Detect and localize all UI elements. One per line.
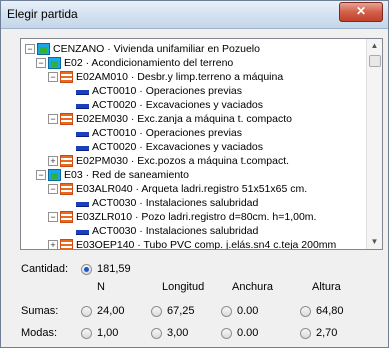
tree-node-label: ACT0030 · Instalaciones salubridad bbox=[92, 197, 259, 209]
tree-node-label: E03OEP140 · Tubo PVC comp. j.elás.sn4 c.… bbox=[76, 239, 337, 249]
tree-node-label: E03 · Red de saneamiento bbox=[64, 169, 189, 181]
tree-node[interactable]: − E03ZLR010 · Pozo ladri.registro d=80cm.… bbox=[48, 210, 367, 224]
list-icon bbox=[60, 71, 73, 83]
sumas-altura-value: 64,80 bbox=[316, 305, 344, 317]
tree-node-label: E03ALR040 · Arqueta ladri.registro 51x51… bbox=[76, 183, 308, 195]
column-anchura: Anchura bbox=[232, 281, 273, 293]
tree-scrollbar[interactable]: ▲ ▼ bbox=[366, 39, 382, 249]
tree-content: − CENZANO · Vivienda unifamiliar en Pozue… bbox=[21, 39, 367, 249]
collapse-icon[interactable]: − bbox=[48, 72, 58, 82]
tree-node[interactable]: − E03 · Red de saneamiento bbox=[36, 168, 367, 182]
modas-anchura-radio[interactable] bbox=[221, 328, 232, 339]
modas-altura-radio[interactable] bbox=[300, 328, 311, 339]
cantidad-radio[interactable] bbox=[81, 264, 92, 275]
cantidad-label: Cantidad: bbox=[21, 263, 69, 275]
tree-node[interactable]: + E02PM030 · Exc.pozos a máquina t.compac… bbox=[48, 154, 367, 168]
collapse-icon[interactable]: − bbox=[48, 184, 58, 194]
expand-icon[interactable]: + bbox=[48, 156, 58, 166]
list-icon bbox=[60, 211, 73, 223]
activity-icon bbox=[76, 132, 89, 137]
tree-node-label: CENZANO · Vivienda unifamiliar en Pozuel… bbox=[53, 43, 260, 55]
sumas-anchura-value: 0.00 bbox=[237, 305, 259, 317]
tree-node[interactable]: ACT0010 · Operaciones previas bbox=[66, 84, 367, 98]
tree-node[interactable]: ACT0030 · Instalaciones salubridad bbox=[66, 196, 367, 210]
collapse-icon[interactable]: − bbox=[48, 212, 58, 222]
tree-node-label: ACT0020 · Excavaciones y vaciados bbox=[92, 141, 263, 153]
tree-node[interactable]: ACT0010 · Operaciones previas bbox=[66, 126, 367, 140]
list-icon bbox=[60, 183, 73, 195]
list-icon bbox=[60, 239, 73, 249]
modas-longitud-value: 3,00 bbox=[167, 327, 189, 339]
partidas-tree[interactable]: − CENZANO · Vivienda unifamiliar en Pozue… bbox=[20, 38, 383, 250]
sumas-longitud-value: 67,25 bbox=[167, 305, 195, 317]
close-button[interactable]: ✕ bbox=[339, 2, 383, 22]
house-icon bbox=[48, 169, 61, 181]
tree-node-label: ACT0020 · Excavaciones y vaciados bbox=[92, 99, 263, 111]
collapse-icon[interactable]: − bbox=[48, 114, 58, 124]
scroll-down-arrow-icon[interactable]: ▼ bbox=[367, 235, 382, 249]
column-altura: Altura bbox=[312, 281, 341, 293]
tree-node-label: E02EM030 · Exc.zanja a máquina t. compac… bbox=[76, 113, 292, 125]
dialog-window: Elegir partida ✕ − CENZANO · Vivienda uni… bbox=[0, 0, 389, 348]
title-bar[interactable]: Elegir partida ✕ bbox=[1, 1, 388, 29]
tree-node[interactable]: ACT0030 · Instalaciones salubridad bbox=[66, 224, 367, 238]
tree-node[interactable]: − E02AM010 · Desbr.y limp.terreno a máqui… bbox=[48, 70, 367, 84]
tree-node[interactable]: − E03ALR040 · Arqueta ladri.registro 51x5… bbox=[48, 182, 367, 196]
modas-n-radio[interactable] bbox=[81, 328, 92, 339]
sumas-n-radio[interactable] bbox=[81, 306, 92, 317]
activity-icon bbox=[76, 202, 89, 207]
tree-node[interactable]: ACT0020 · Excavaciones y vaciados bbox=[66, 140, 367, 154]
activity-icon bbox=[76, 104, 89, 109]
collapse-icon[interactable]: − bbox=[36, 170, 46, 180]
activity-icon bbox=[76, 230, 89, 235]
scroll-thumb[interactable] bbox=[369, 55, 381, 67]
activity-icon bbox=[76, 146, 89, 151]
window-title: Elegir partida bbox=[7, 7, 78, 21]
modas-anchura-value: 0.00 bbox=[237, 327, 259, 339]
tree-node-label: ACT0010 · Operaciones previas bbox=[92, 127, 242, 139]
modas-altura-value: 2,70 bbox=[316, 327, 338, 339]
tree-node[interactable]: ACT0020 · Excavaciones y vaciados bbox=[66, 98, 367, 112]
tree-node[interactable]: − E02EM030 · Exc.zanja a máquina t. compa… bbox=[48, 112, 367, 126]
sumas-label: Sumas: bbox=[21, 305, 59, 317]
tree-node-label: ACT0010 · Operaciones previas bbox=[92, 85, 242, 97]
house-icon bbox=[37, 43, 50, 55]
modas-label: Modas: bbox=[21, 327, 58, 339]
tree-node-label: E02AM010 · Desbr.y limp.terreno a máquin… bbox=[76, 71, 284, 83]
modas-longitud-radio[interactable] bbox=[151, 328, 162, 339]
list-icon bbox=[60, 155, 73, 167]
cantidad-value: 181,59 bbox=[97, 263, 131, 275]
collapse-icon[interactable]: − bbox=[25, 44, 35, 54]
house-icon bbox=[48, 57, 61, 69]
quantity-panel: Cantidad: 181,59 N Longitud Anchura Altu… bbox=[1, 256, 388, 346]
collapse-icon[interactable]: − bbox=[36, 58, 46, 68]
sumas-longitud-radio[interactable] bbox=[151, 306, 162, 317]
sumas-altura-radio[interactable] bbox=[300, 306, 311, 317]
list-icon bbox=[60, 113, 73, 125]
column-n: N bbox=[97, 281, 105, 293]
tree-node[interactable]: − E02 · Acondicionamiento del terreno bbox=[36, 56, 367, 70]
tree-node[interactable]: − CENZANO · Vivienda unifamiliar en Pozue… bbox=[25, 42, 367, 56]
tree-node-label: ACT0030 · Instalaciones salubridad bbox=[92, 225, 259, 237]
modas-n-value: 1,00 bbox=[97, 327, 119, 339]
column-longitud: Longitud bbox=[162, 281, 205, 293]
tree-node-label: E02PM030 · Exc.pozos a máquina t.compact… bbox=[76, 155, 290, 167]
sumas-anchura-radio[interactable] bbox=[221, 306, 232, 317]
sumas-n-value: 24,00 bbox=[97, 305, 125, 317]
activity-icon bbox=[76, 90, 89, 95]
tree-node[interactable]: + E03OEP140 · Tubo PVC comp. j.elás.sn4 c… bbox=[48, 238, 367, 249]
scroll-up-arrow-icon[interactable]: ▲ bbox=[367, 39, 382, 53]
tree-node-label: E02 · Acondicionamiento del terreno bbox=[64, 57, 234, 69]
tree-node-label: E03ZLR010 · Pozo ladri.registro d=80cm. … bbox=[76, 211, 317, 223]
expand-icon[interactable]: + bbox=[48, 240, 58, 249]
